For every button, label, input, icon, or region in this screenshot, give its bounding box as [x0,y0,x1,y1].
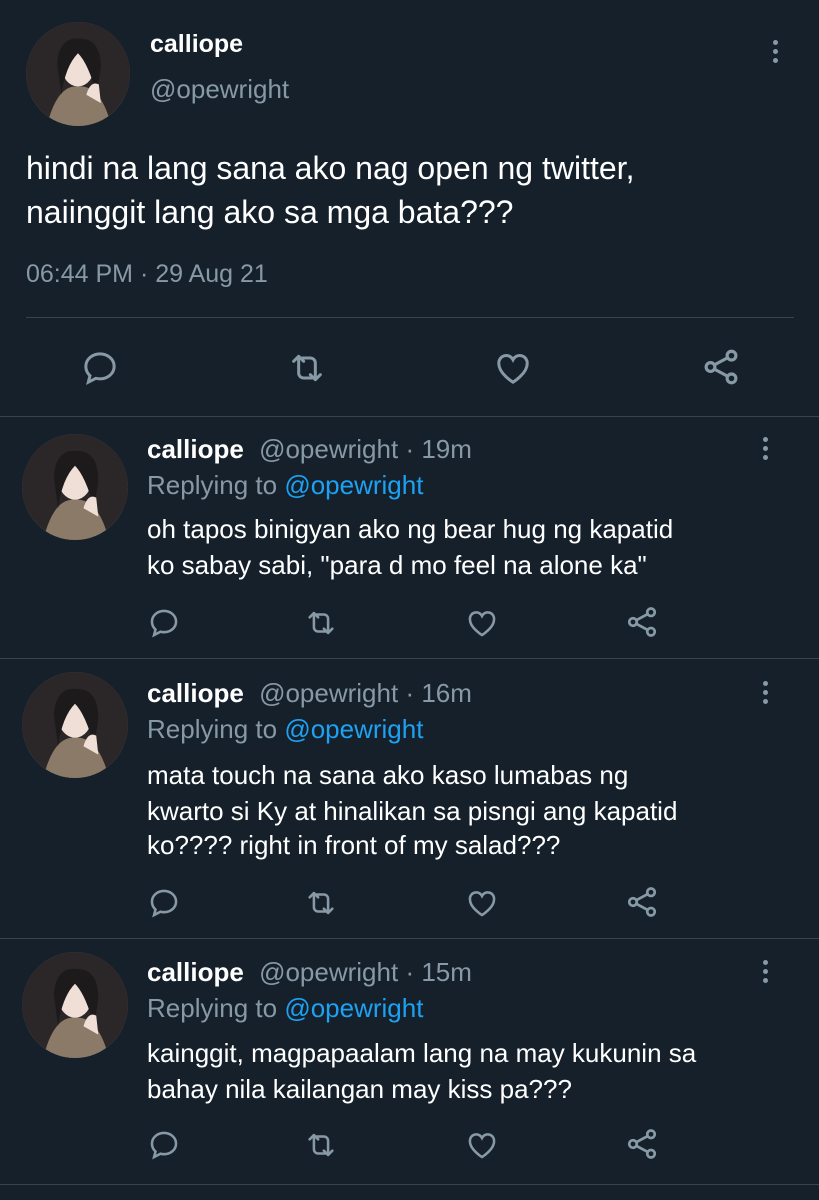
display-name[interactable]: calliope [147,678,244,708]
handle[interactable]: @opewright [259,434,398,464]
like-icon[interactable] [492,348,534,388]
divider [26,317,794,318]
like-icon[interactable] [465,606,499,640]
handle[interactable]: @opewright [259,957,398,987]
relative-time[interactable]: · 16m [405,678,471,708]
tweet-text-line-2: naiinggit lang ako sa mga bata??? [26,194,514,230]
avatar-image [22,672,128,778]
reply-text-line-1: oh tapos binigyan ako ng bear hug ng kap… [147,514,674,544]
reply-text-line-1: mata touch na sana ako kaso lumabas ng [147,760,629,790]
mention-link[interactable]: @opewright [284,470,423,500]
divider [0,1184,819,1185]
display-name[interactable]: calliope [147,434,244,464]
reply-text-line-2: bahay nila kailangan may kiss pa??? [147,1074,572,1104]
timestamp[interactable]: 06:44 PM · 29 Aug 21 [26,260,268,289]
avatar[interactable] [22,434,128,540]
like-icon[interactable] [465,1128,499,1162]
reply-header: calliope @opewright · 15m [147,957,472,988]
replying-to: Replying to @opewright [147,470,423,501]
divider [0,658,819,659]
share-icon[interactable] [624,604,660,640]
avatar-image [22,952,128,1058]
reply-icon[interactable] [80,348,120,388]
retweet-icon[interactable] [304,606,338,640]
reply-icon[interactable] [147,886,181,920]
relative-time[interactable]: · 15m [405,957,471,987]
avatar-image [22,434,128,540]
reply-icon[interactable] [147,606,181,640]
more-options-icon[interactable] [760,437,770,460]
retweet-icon[interactable] [304,886,338,920]
reply-text-line-2: kwarto si Ky at hinalikan sa pisngi ang … [147,796,678,826]
more-options-icon[interactable] [770,40,780,63]
replying-to: Replying to @opewright [147,714,423,745]
relative-time[interactable]: · 19m [405,434,471,464]
reply-text-line-3: ko???? right in front of my salad??? [147,830,561,860]
reply-header: calliope @opewright · 19m [147,434,472,465]
retweet-icon[interactable] [304,1128,338,1162]
tweet-text-line-1: hindi na lang sana ako nag open ng twitt… [26,150,635,186]
share-icon[interactable] [624,884,660,920]
reply-text-line-2: ko sabay sabi, "para d mo feel na alone … [147,550,647,580]
share-icon[interactable] [700,346,742,388]
replying-to: Replying to @opewright [147,993,423,1024]
replying-to-label: Replying to [147,714,278,744]
display-name[interactable]: calliope [150,30,243,59]
divider [0,938,819,939]
avatar[interactable] [26,22,130,126]
more-options-icon[interactable] [760,960,770,983]
reply-icon[interactable] [147,1128,181,1162]
divider [0,416,819,417]
handle[interactable]: @opewright [259,678,398,708]
share-icon[interactable] [624,1126,660,1162]
avatar[interactable] [22,672,128,778]
reply-text-line-1: kainggit, magpapaalam lang na may kukuni… [147,1038,697,1068]
avatar-image [26,22,130,126]
mention-link[interactable]: @opewright [284,993,423,1023]
handle[interactable]: @opewright [150,74,289,105]
more-options-icon[interactable] [760,681,770,704]
replying-to-label: Replying to [147,470,278,500]
mention-link[interactable]: @opewright [284,714,423,744]
reply-header: calliope @opewright · 16m [147,678,472,709]
display-name[interactable]: calliope [147,957,244,987]
avatar[interactable] [22,952,128,1058]
retweet-icon[interactable] [286,348,328,388]
like-icon[interactable] [465,886,499,920]
replying-to-label: Replying to [147,993,278,1023]
